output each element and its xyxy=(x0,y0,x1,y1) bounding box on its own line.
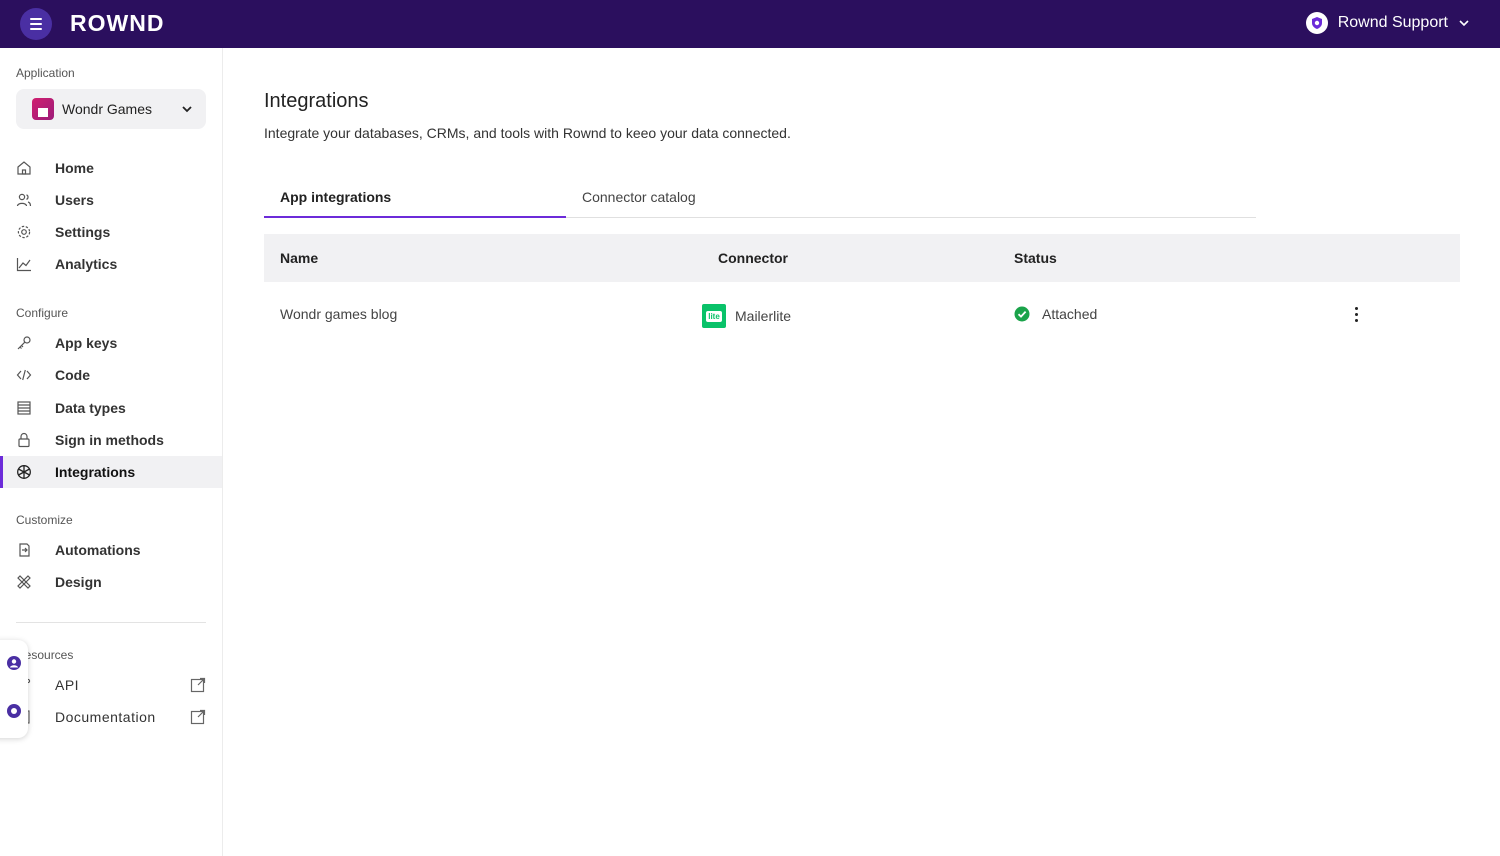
sidebar-item-home[interactable]: Home xyxy=(0,152,222,184)
sidebar-item-users[interactable]: Users xyxy=(0,184,222,216)
menu-icon-line xyxy=(30,23,42,25)
column-header-connector[interactable]: Connector xyxy=(718,250,788,266)
external-link-icon xyxy=(190,677,206,693)
sidebar-item-label: App keys xyxy=(55,335,118,351)
integrations-icon xyxy=(16,464,32,480)
rownd-widget-icon[interactable] xyxy=(7,704,21,718)
sidebar-item-label: Users xyxy=(55,192,94,208)
sidebar-item-sign-in-methods[interactable]: Sign in methods xyxy=(0,424,222,456)
customize-section-label: Customize xyxy=(16,513,73,527)
gear-icon xyxy=(16,224,32,240)
check-circle-icon xyxy=(1014,306,1030,322)
sidebar-item-label: Integrations xyxy=(55,464,136,480)
top-bar: ROWND Rownd Support xyxy=(0,0,1500,48)
user-profile-widget-icon[interactable] xyxy=(7,656,21,670)
table-row[interactable]: Wondr games blog lite Mailerlite Attache… xyxy=(264,282,1460,346)
rownd-logo[interactable]: ROWND xyxy=(70,10,164,37)
sidebar-item-api[interactable]: API xyxy=(0,669,222,701)
sidebar-item-settings[interactable]: Settings xyxy=(0,216,222,248)
sidebar-item-data-types[interactable]: Data types xyxy=(0,392,222,424)
integrations-table: Name Connector Status Wondr games blog l… xyxy=(264,234,1460,346)
chevron-down-icon xyxy=(182,106,192,113)
lock-icon xyxy=(16,432,32,448)
sidebar-item-label: Home xyxy=(55,160,94,176)
sidebar-item-label: Code xyxy=(55,367,90,383)
design-icon xyxy=(16,574,32,590)
external-link-icon xyxy=(190,709,206,725)
sidebar-item-label: Design xyxy=(55,574,102,590)
integration-name: Wondr games blog xyxy=(280,306,398,322)
key-icon xyxy=(16,335,32,351)
chevron-down-icon xyxy=(1459,20,1469,27)
tab-app-integrations[interactable]: App integrations xyxy=(264,178,566,218)
sidebar-item-label: API xyxy=(55,677,80,693)
home-icon xyxy=(16,160,32,176)
chart-icon xyxy=(16,256,32,272)
sidebar-item-label: Automations xyxy=(55,542,141,558)
sidebar-item-label: Documentation xyxy=(55,709,156,725)
sidebar-item-app-keys[interactable]: App keys xyxy=(0,327,222,359)
connector-cell: lite Mailerlite xyxy=(702,304,791,328)
app-name: Wondr Games xyxy=(62,101,152,117)
application-selector[interactable]: Wondr Games xyxy=(16,89,206,129)
sidebar-item-code[interactable]: Code xyxy=(0,359,222,391)
column-header-name[interactable]: Name xyxy=(280,250,318,266)
page-description: Integrate your databases, CRMs, and tool… xyxy=(264,125,791,141)
code-icon xyxy=(16,367,32,383)
status-text: Attached xyxy=(1042,306,1098,322)
sidebar-item-label: Sign in methods xyxy=(55,432,164,448)
sidebar-item-analytics[interactable]: Analytics xyxy=(0,248,222,280)
users-icon xyxy=(16,192,32,208)
column-header-status[interactable]: Status xyxy=(1014,250,1057,266)
account-name: Rownd Support xyxy=(1337,14,1448,31)
mailerlite-logo-text: lite xyxy=(706,310,722,322)
status-cell: Attached xyxy=(1014,306,1097,322)
sidebar-item-documentation[interactable]: Documentation xyxy=(0,701,222,733)
shield-icon xyxy=(1305,12,1328,34)
menu-icon-line xyxy=(30,18,42,20)
sidebar-item-label: Analytics xyxy=(55,256,118,272)
floating-widget xyxy=(0,640,28,738)
main-content: Integrations Integrate your databases, C… xyxy=(224,48,1500,856)
list-icon xyxy=(16,400,32,416)
sidebar-item-integrations[interactable]: Integrations xyxy=(0,456,222,488)
menu-button[interactable] xyxy=(20,8,52,40)
page-title: Integrations xyxy=(264,90,369,112)
app-logo xyxy=(32,98,54,120)
sidebar-item-automations[interactable]: Automations xyxy=(0,534,222,566)
table-header: Name Connector Status xyxy=(264,234,1460,282)
tabs: App integrations Connector catalog xyxy=(264,178,1256,218)
mailerlite-logo-icon: lite xyxy=(702,304,726,328)
sidebar-item-label: Data types xyxy=(55,400,126,416)
sidebar-item-label: Settings xyxy=(55,224,111,240)
row-actions-menu-icon[interactable] xyxy=(1346,304,1366,324)
sidebar-item-design[interactable]: Design xyxy=(0,566,222,598)
sidebar-divider xyxy=(16,622,206,623)
connector-name: Mailerlite xyxy=(735,308,792,324)
automation-icon xyxy=(16,542,32,558)
menu-icon-line xyxy=(30,28,42,30)
configure-section-label: Configure xyxy=(16,306,69,320)
account-menu[interactable]: Rownd Support xyxy=(1305,12,1470,34)
tab-connector-catalog[interactable]: Connector catalog xyxy=(566,178,766,218)
sidebar: Application Wondr Games Home Users Setti… xyxy=(0,48,223,856)
application-section-label: Application xyxy=(16,66,75,80)
